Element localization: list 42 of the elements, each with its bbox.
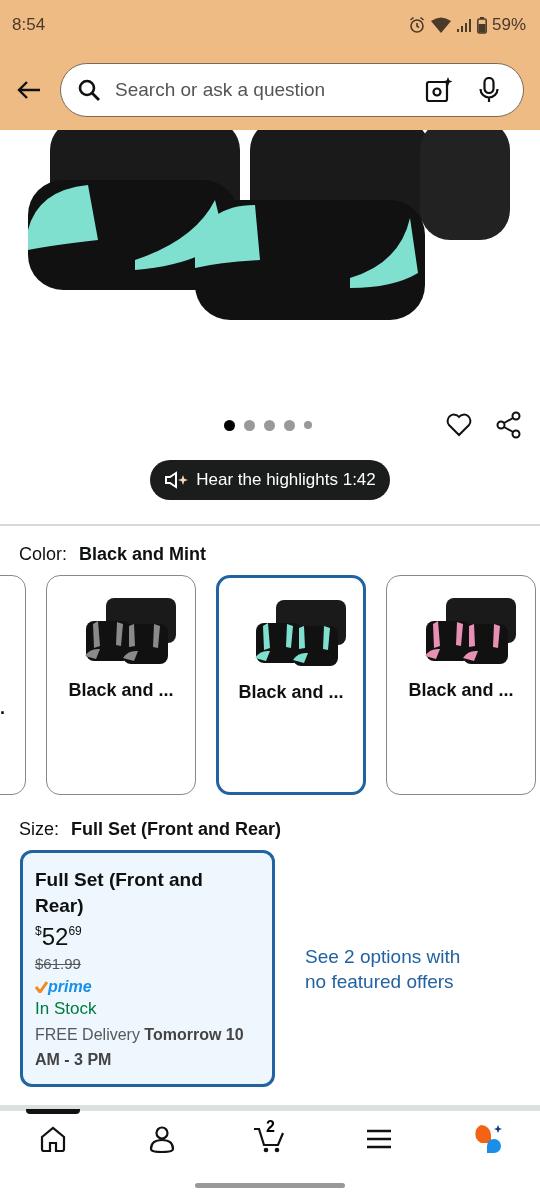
battery-icon <box>476 16 487 34</box>
heart-icon[interactable] <box>446 413 472 437</box>
color-swatch[interactable]: Black and ... <box>46 575 196 795</box>
list-price: $61.99 <box>35 955 81 972</box>
signal-icon <box>455 17 472 33</box>
back-arrow-icon[interactable] <box>16 80 42 100</box>
size-option-title: Full Set (Front and Rear) <box>35 868 204 918</box>
search-field[interactable]: Search or ask a question <box>113 78 413 102</box>
camera-icon[interactable] <box>425 77 453 103</box>
page-indicator-dot[interactable] <box>244 419 255 431</box>
delivery-info: FREE Delivery Tomorrow 10 AM - 3 PM <box>35 1025 245 1070</box>
see-options-link[interactable]: See 2 options with no featured offers <box>305 943 485 994</box>
color-label: Color: <box>19 544 67 565</box>
page-indicator-dot[interactable] <box>304 421 312 429</box>
page-indicator-dot[interactable] <box>224 419 235 431</box>
search-bar[interactable]: Search or ask a question <box>60 63 524 117</box>
stock-status: In Stock <box>35 999 97 1019</box>
color-swatch[interactable]: Black and ... <box>216 575 366 795</box>
share-icon[interactable] <box>496 411 522 439</box>
price: $^{$}$52$^{69}$ <box>35 923 82 951</box>
size-value: Full Set (Front and Rear) <box>71 819 282 840</box>
search-icon <box>77 78 101 102</box>
color-value: Black and Mint <box>79 544 207 565</box>
page-indicator-dot[interactable] <box>264 419 275 431</box>
color-swatch[interactable]: . <box>0 575 26 795</box>
size-label: Size: <box>19 819 60 840</box>
hear-highlights-button[interactable]: Hear the highlights 1:42 <box>150 460 390 500</box>
page-indicator-dot[interactable] <box>284 419 295 431</box>
color-swatch[interactable]: Black and ... <box>386 575 536 795</box>
cart-count: 2 <box>266 1118 275 1136</box>
wifi-icon <box>430 17 451 33</box>
alarm-icon <box>407 16 426 34</box>
status-time: 8:54 <box>12 15 46 35</box>
cart-tab[interactable]: 2 <box>227 1111 313 1167</box>
check-icon <box>35 981 48 993</box>
size-option-card[interactable]: Full Set (Front and Rear) $^{$}$52$^{69}$ $61.99 prime In Stock FREE Delivery Tomorrow 10 AM - 3 PM <box>20 850 275 1087</box>
person-icon <box>148 1125 175 1153</box>
menu-icon <box>365 1128 392 1150</box>
battery-percent: 59% <box>491 15 526 35</box>
microphone-icon[interactable] <box>479 77 499 103</box>
home-icon <box>39 1125 67 1153</box>
prime-logo: prime <box>48 978 92 996</box>
